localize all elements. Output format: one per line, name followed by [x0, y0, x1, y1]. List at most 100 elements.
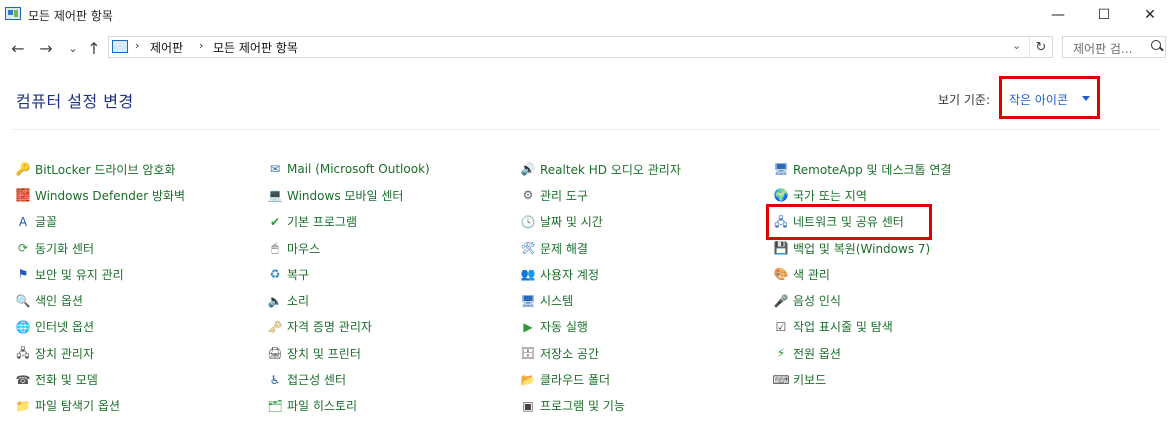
chevron-down-icon[interactable]: [1082, 96, 1090, 101]
control-panel-item-label[interactable]: 마우스: [287, 240, 320, 257]
control-panel-item[interactable]: 🎤 음성 인식: [773, 287, 951, 313]
control-panel-item-label[interactable]: 색인 옵션: [35, 292, 83, 309]
control-panel-item[interactable]: 🔑 BitLocker 드라이브 암호화: [15, 156, 185, 182]
control-panel-item[interactable]: 🌐 인터넷 옵션: [15, 314, 185, 340]
region-icon[interactable]: 🌍: [773, 187, 789, 203]
control-panel-item-label[interactable]: 접근성 센터: [287, 371, 346, 388]
control-panel-item-label[interactable]: Realtek HD 오디오 관리자: [540, 161, 681, 178]
forward-button[interactable]: →: [36, 38, 56, 58]
control-panel-item[interactable]: 👥 사용자 계정: [520, 261, 681, 287]
control-panel-item-label[interactable]: 문제 해결: [540, 240, 588, 257]
control-panel-item-label[interactable]: 전원 옵션: [793, 345, 841, 362]
control-panel-item-label[interactable]: 보안 및 유지 관리: [35, 266, 124, 283]
font-icon[interactable]: A: [15, 214, 31, 230]
file-history-icon[interactable]: 🗂: [267, 398, 283, 414]
control-panel-item-label[interactable]: 파일 히스토리: [287, 397, 357, 414]
default-programs-icon[interactable]: ✔: [267, 214, 283, 230]
control-panel-item[interactable]: ♻ 복구: [267, 261, 430, 287]
programs-features-icon[interactable]: ▣: [520, 398, 536, 414]
control-panel-item-label[interactable]: Windows Defender 방화벽: [35, 187, 185, 204]
control-panel-item-label[interactable]: 전화 및 모뎀: [35, 371, 98, 388]
view-by-dropdown[interactable]: 작은 아이콘: [999, 76, 1100, 119]
control-panel-item[interactable]: 🖥 시스템: [520, 287, 681, 313]
folder-options-icon[interactable]: 📁: [15, 398, 31, 414]
remoteapp-icon[interactable]: 🖥: [773, 161, 789, 177]
up-button[interactable]: ↑: [84, 38, 104, 58]
mail-icon[interactable]: ✉: [267, 161, 283, 177]
control-panel-item-label[interactable]: 날짜 및 시간: [540, 213, 603, 230]
sound-icon[interactable]: 🔈: [267, 293, 283, 309]
control-panel-item[interactable]: 🎨 색 관리: [773, 261, 951, 287]
control-panel-item[interactable]: 📁 파일 탐색기 옵션: [15, 393, 185, 419]
close-button[interactable]: ✕: [1127, 0, 1173, 30]
refresh-button[interactable]: ↻: [1029, 37, 1052, 57]
work-folders-icon[interactable]: 📂: [520, 372, 536, 388]
control-panel-item[interactable]: ✉ Mail (Microsoft Outlook): [267, 156, 430, 182]
taskbar-icon[interactable]: ☑: [773, 319, 789, 335]
phone-modem-icon[interactable]: ☎: [15, 372, 31, 388]
user-accounts-icon[interactable]: 👥: [520, 266, 536, 282]
search-icon[interactable]: [1151, 40, 1161, 50]
storage-icon[interactable]: 🗄: [520, 345, 536, 361]
control-panel-item-label[interactable]: Mail (Microsoft Outlook): [287, 162, 430, 176]
control-panel-item-label[interactable]: RemoteApp 및 데스크톱 연결: [793, 161, 951, 178]
breadcrumb-control-panel[interactable]: 제어판: [150, 39, 183, 56]
credential-icon[interactable]: 🗝: [267, 319, 283, 335]
control-panel-item-label[interactable]: 저장소 공간: [540, 345, 599, 362]
control-panel-item-label[interactable]: 기본 프로그램: [287, 213, 357, 230]
control-panel-item[interactable]: ♿ 접근성 센터: [267, 366, 430, 392]
control-panel-item-label[interactable]: 관리 도구: [540, 187, 588, 204]
device-manager-icon[interactable]: 🖧: [15, 345, 31, 361]
control-panel-item[interactable]: 🕓 날짜 및 시간: [520, 209, 681, 235]
search-box[interactable]: 제어판 검...: [1062, 36, 1166, 58]
system-icon[interactable]: 🖥: [520, 293, 536, 309]
indexing-icon[interactable]: 🔍: [15, 293, 31, 309]
control-panel-item-label[interactable]: 백업 및 복원(Windows 7): [793, 240, 930, 257]
breadcrumb-separator[interactable]: ›: [199, 39, 203, 52]
control-panel-item[interactable]: 🔈 소리: [267, 287, 430, 313]
control-panel-item[interactable]: 🔍 색인 옵션: [15, 287, 185, 313]
control-panel-item[interactable]: 📂 클라우드 폴더: [520, 366, 681, 392]
control-panel-item[interactable]: 🖥 RemoteApp 및 데스크톱 연결: [773, 156, 951, 182]
accessibility-icon[interactable]: ♿: [267, 372, 283, 388]
backup-icon[interactable]: 💾: [773, 240, 789, 256]
mobility-center-icon[interactable]: 💻: [267, 187, 283, 203]
address-bar[interactable]: › 제어판 › 모든 제어판 항목 ⌄ ↻: [108, 36, 1053, 58]
control-panel-item[interactable]: 🖧 장치 관리자: [15, 340, 185, 366]
control-panel-item-label[interactable]: 프로그램 및 기능: [540, 397, 625, 414]
control-panel-item-label[interactable]: 클라우드 폴더: [540, 371, 610, 388]
color-management-icon[interactable]: 🎨: [773, 266, 789, 282]
control-panel-item[interactable]: ☑ 작업 표시줄 및 탐색: [773, 314, 951, 340]
control-panel-item[interactable]: ⚡ 전원 옵션: [773, 340, 951, 366]
troubleshoot-icon[interactable]: 🛠: [520, 240, 536, 256]
recovery-icon[interactable]: ♻: [267, 266, 283, 282]
control-panel-item[interactable]: ▶ 자동 실행: [520, 314, 681, 340]
control-panel-item-label[interactable]: 키보드: [793, 371, 826, 388]
control-panel-item[interactable]: 🗄 저장소 공간: [520, 340, 681, 366]
address-dropdown-button[interactable]: ⌄: [1012, 39, 1021, 52]
control-panel-item-label[interactable]: 복구: [287, 266, 309, 283]
control-panel-item-label[interactable]: 작업 표시줄 및 탐색: [793, 318, 893, 335]
power-icon[interactable]: ⚡: [773, 345, 789, 361]
control-panel-item[interactable]: 🖱 마우스: [267, 235, 430, 261]
bitlocker-icon[interactable]: 🔑: [15, 161, 31, 177]
clock-icon[interactable]: 🕓: [520, 214, 536, 230]
speech-icon[interactable]: 🎤: [773, 293, 789, 309]
control-panel-item-label[interactable]: 국가 또는 지역: [793, 187, 867, 204]
control-panel-item-label[interactable]: 자동 실행: [540, 318, 588, 335]
control-panel-item-label[interactable]: 파일 탐색기 옵션: [35, 397, 120, 414]
internet-icon[interactable]: 🌐: [15, 319, 31, 335]
control-panel-item[interactable]: ⚑ 보안 및 유지 관리: [15, 261, 185, 287]
control-panel-item[interactable]: 🖨 장치 및 프린터: [267, 340, 430, 366]
control-panel-item[interactable]: 🛠 문제 해결: [520, 235, 681, 261]
back-button[interactable]: ←: [8, 38, 28, 58]
firewall-icon[interactable]: 🧱: [15, 187, 31, 203]
control-panel-item-label[interactable]: 시스템: [540, 292, 573, 309]
flag-icon[interactable]: ⚑: [15, 266, 31, 282]
control-panel-item-label[interactable]: Windows 모바일 센터: [287, 187, 403, 204]
mouse-icon[interactable]: 🖱: [267, 240, 283, 256]
control-panel-item-label[interactable]: 색 관리: [793, 266, 830, 283]
control-panel-item-label[interactable]: 자격 증명 관리자: [287, 318, 372, 335]
control-panel-item[interactable]: 🔊 Realtek HD 오디오 관리자: [520, 156, 681, 182]
control-panel-item[interactable]: 🧱 Windows Defender 방화벽: [15, 182, 186, 208]
